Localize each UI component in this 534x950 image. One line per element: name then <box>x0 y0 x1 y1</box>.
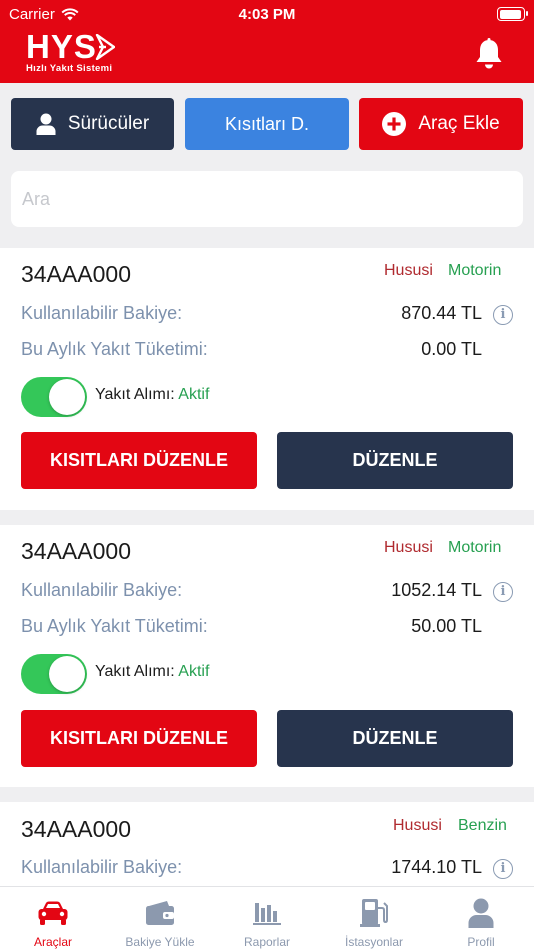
edit-label: DÜZENLE <box>352 450 438 470</box>
app-logo: HYS Hızlı Yakıt Sistemi <box>26 30 115 74</box>
fuel-purchase-label: Yakıt Alımı: <box>95 663 175 680</box>
search-input[interactable]: Ara <box>11 171 523 227</box>
fuel-purchase-toggle[interactable] <box>21 377 87 417</box>
add-vehicle-button[interactable]: Araç Ekle <box>359 98 523 150</box>
battery-icon <box>497 7 528 21</box>
wallet-icon <box>146 901 174 925</box>
car-icon <box>38 901 68 925</box>
vehicle-type: Hususi <box>393 817 442 834</box>
edit-restrictions-button[interactable]: KISITLARI DÜZENLE <box>21 432 257 489</box>
balance-label: Kullanılabilir Bakiye: <box>21 857 183 877</box>
logo-subtitle: Hızlı Yakıt Sistemi <box>26 63 113 74</box>
fuel-purchase-line: Yakıt Alımı: Aktif <box>95 386 209 404</box>
fuel-purchase-toggle[interactable] <box>21 654 87 694</box>
tab-reports[interactable]: Raporlar <box>214 887 320 950</box>
user-icon <box>36 113 56 135</box>
consumption-label: Bu Aylık Yakıt Tüketimi: <box>21 616 208 636</box>
edit-restrictions-label: KISITLARI DÜZENLE <box>50 450 228 470</box>
drivers-button[interactable]: Sürücüler <box>11 98 174 150</box>
vehicle-type: Hususi <box>384 262 433 279</box>
tab-label: Bakiye Yükle <box>125 935 195 949</box>
tab-label: İstasyonlar <box>344 935 404 949</box>
search-placeholder: Ara <box>22 188 51 209</box>
status-bar: Carrier 4:03 PM <box>0 4 534 26</box>
fuel-purchase-line: Yakıt Alımı: Aktif <box>95 663 209 681</box>
edit-button[interactable]: DÜZENLE <box>277 432 513 489</box>
bell-icon[interactable] <box>474 38 504 70</box>
edit-button[interactable]: DÜZENLE <box>277 710 513 767</box>
balance-value: 1052.14 TL <box>391 580 482 600</box>
plus-circle-icon <box>382 112 407 136</box>
consumption-value: 50.00 TL <box>411 616 482 636</box>
vehicle-plate: 34AAA000 <box>21 816 131 842</box>
tab-bar: Araçlar Bakiye Yükle Raporlar İstasyonla… <box>0 886 534 950</box>
bar-chart-icon <box>253 903 281 925</box>
balance-label: Kullanılabilir Bakiye: <box>21 303 183 323</box>
vehicle-card: 34AAA000 Hususi Benzin Kullanılabilir Ba… <box>0 802 534 886</box>
balance-label: Kullanılabilir Bakiye: <box>21 580 183 600</box>
restrictions-button-label: Kısıtları D. <box>224 113 309 134</box>
consumption-value: 0.00 TL <box>421 339 482 359</box>
info-icon[interactable]: i <box>493 859 513 879</box>
balance-value: 1744.10 TL <box>391 857 482 877</box>
drivers-button-label: Sürücüler <box>67 113 150 134</box>
tab-stations[interactable]: İstasyonlar <box>321 887 427 950</box>
logo-mark-icon <box>95 34 115 60</box>
restrictions-button[interactable]: Kısıtları D. <box>185 98 349 150</box>
fuel-pump-icon <box>360 899 388 927</box>
fuel-purchase-status: Aktif <box>178 386 210 403</box>
logo-text: HYS <box>26 28 97 65</box>
edit-restrictions-label: KISITLARI DÜZENLE <box>50 728 228 748</box>
profile-icon <box>468 898 494 928</box>
add-vehicle-button-label: Araç Ekle <box>418 113 500 134</box>
vehicle-plate: 34AAA000 <box>21 261 131 287</box>
tab-label: Profil <box>467 935 495 949</box>
vehicle-type: Hususi <box>384 539 433 556</box>
vehicle-card: 34AAA000 Hususi Motorin Kullanılabilir B… <box>0 248 534 510</box>
clock: 4:03 PM <box>238 6 296 23</box>
vehicle-card: 34AAA000 Hususi Motorin Kullanılabilir B… <box>0 525 534 787</box>
info-icon[interactable]: i <box>493 305 513 325</box>
fuel-purchase-label: Yakıt Alımı: <box>95 386 175 403</box>
tab-profile[interactable]: Profil <box>428 887 534 950</box>
info-icon[interactable]: i <box>493 582 513 602</box>
tab-label: Araçlar <box>33 935 72 949</box>
vehicle-plate: 34AAA000 <box>21 538 131 564</box>
tab-top-up[interactable]: Bakiye Yükle <box>107 887 213 950</box>
edit-restrictions-button[interactable]: KISITLARI DÜZENLE <box>21 710 257 767</box>
tab-label: Raporlar <box>243 935 291 949</box>
vehicle-fuel: Benzin <box>458 817 507 834</box>
vehicle-fuel: Motorin <box>448 539 502 556</box>
app-header: Carrier 4:03 PM HYS Hızlı Yakıt Sistemi <box>0 0 534 83</box>
fuel-purchase-status: Aktif <box>178 663 210 680</box>
consumption-label: Bu Aylık Yakıt Tüketimi: <box>21 339 208 359</box>
edit-label: DÜZENLE <box>352 728 438 748</box>
vehicle-fuel: Motorin <box>448 262 502 279</box>
balance-value: 870.44 TL <box>401 303 482 323</box>
tab-vehicles[interactable]: Araçlar <box>0 887 106 950</box>
